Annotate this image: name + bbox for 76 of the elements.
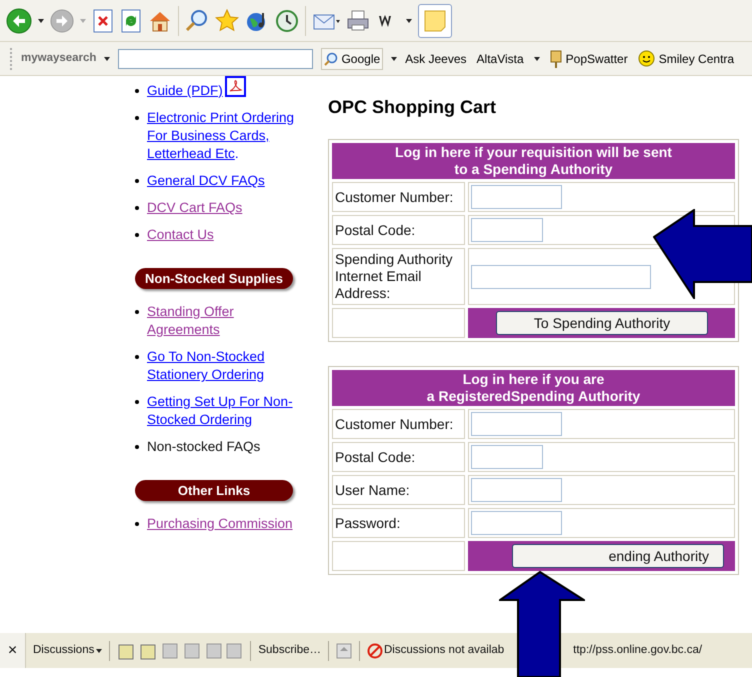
submit-button[interactable]: To Spending Authority <box>496 311 708 335</box>
input-field[interactable] <box>471 412 562 436</box>
bullet <box>135 233 139 237</box>
sidebar-link[interactable]: DCV Cart FAQs <box>147 199 242 217</box>
bullet <box>135 445 139 449</box>
field-label: User Name: <box>332 475 465 505</box>
search-logo: mywaysearch <box>21 50 96 66</box>
toolbar-link[interactable]: Ask Jeeves <box>405 50 467 68</box>
toolbar-link[interactable]: AltaVista <box>476 50 524 68</box>
field-label: Postal Code: <box>332 442 465 472</box>
field-label: Spending Authority Internet Email Address: <box>332 248 465 305</box>
section-heading: Other Links <box>135 480 293 501</box>
caret-icon[interactable] <box>391 56 398 60</box>
no-entry-icon <box>367 642 383 658</box>
history-icon[interactable] <box>275 8 299 32</box>
sidebar-link[interactable]: Guide (PDF) <box>147 82 223 100</box>
sticky-note-icon <box>423 8 447 32</box>
search-field[interactable] <box>118 48 314 68</box>
field-label: Postal Code: <box>332 215 465 245</box>
input-field[interactable] <box>471 511 562 535</box>
sidebar-text: Non-stocked FAQs <box>147 438 260 456</box>
field-label: Password: <box>332 508 465 538</box>
field-label: Customer Number: <box>332 409 465 439</box>
subscribe-link[interactable]: Subscribe… <box>258 642 321 660</box>
table-header: Log in here if your requisition will be sent to a Spending Authority <box>332 143 735 179</box>
table-header: Log in here if you are a RegisteredSpending Authority <box>332 370 735 406</box>
sidebar-link[interactable]: Standing Offer Agreements <box>147 303 297 339</box>
sidebar-link[interactable]: Electronic Print Ordering For Business Cards, Letterhead Etc. <box>147 109 297 163</box>
sidebar-link[interactable]: Getting Set Up For Non-Stocked Ordering <box>147 393 297 429</box>
caret-icon[interactable] <box>104 56 110 60</box>
bullet <box>135 179 139 183</box>
close-button[interactable]: × <box>0 633 26 668</box>
bullet <box>135 522 139 526</box>
discussions-menu[interactable]: Discussions <box>33 642 102 660</box>
section-heading: Non-Stocked Supplies <box>135 268 293 289</box>
toolbar-link[interactable]: Smiley Centra <box>658 50 734 68</box>
bullet <box>135 116 139 120</box>
fly-swatter-icon <box>550 50 562 68</box>
input-field[interactable] <box>471 264 651 288</box>
sidebar-link[interactable]: Contact Us <box>147 226 214 244</box>
search-icon[interactable] <box>185 8 209 32</box>
refresh-icon[interactable] <box>120 8 142 32</box>
bullet <box>135 400 139 404</box>
google-search-button[interactable]: Google <box>321 48 384 70</box>
sidebar-link[interactable]: Go To Non-Stocked Stationery Ordering <box>147 348 297 384</box>
pdf-icon[interactable] <box>224 76 246 97</box>
back-icon[interactable] <box>6 8 32 34</box>
sidebar-link[interactable]: Purchasing Commission <box>147 515 293 533</box>
sidebar-link[interactable]: General DCV FAQs <box>147 172 265 190</box>
bullet <box>135 355 139 359</box>
pane-icon[interactable] <box>336 642 352 658</box>
caret-icon[interactable] <box>38 18 44 22</box>
page-title: OPC Shopping Cart <box>328 96 497 118</box>
discussion-tools-icon[interactable] <box>117 640 244 660</box>
caret-icon[interactable] <box>534 56 540 60</box>
submit-button[interactable]: ending Authority <box>512 544 724 568</box>
input-field[interactable] <box>471 218 543 242</box>
toolbar-link[interactable]: PopSwatter <box>566 50 628 68</box>
star-icon[interactable] <box>215 8 239 32</box>
input-field[interactable] <box>471 445 543 469</box>
bullet <box>135 310 139 314</box>
search-icon <box>324 52 338 66</box>
smiley-icon <box>638 50 655 67</box>
field-label: Customer Number: <box>332 182 465 212</box>
bullet <box>135 89 139 93</box>
printer-icon[interactable] <box>346 8 370 32</box>
note-button[interactable] <box>418 4 452 38</box>
caret-icon[interactable] <box>406 18 412 22</box>
bullet <box>135 206 139 210</box>
stop-icon[interactable] <box>92 8 114 32</box>
caret-icon <box>96 648 102 652</box>
forward-icon[interactable] <box>50 8 74 32</box>
input-field[interactable] <box>471 478 562 502</box>
input-field[interactable] <box>471 185 562 209</box>
status-message: Discussions not availab <box>384 642 504 658</box>
status-url: ttp://pss.online.gov.bc.ca/ <box>573 642 702 658</box>
